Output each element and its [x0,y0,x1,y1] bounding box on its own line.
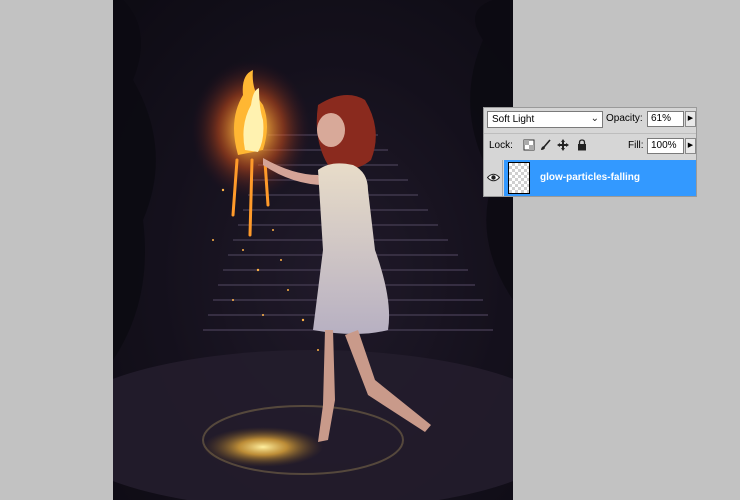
opacity-value: 61% [651,113,672,124]
lock-transparent-pixels-icon[interactable] [523,139,535,151]
eye-icon [487,173,500,182]
fill-slider-button[interactable]: ▶ [685,138,696,154]
workspace-right [513,0,740,500]
layers-panel: Soft Light ⌄ Opacity: 61% ▶ Lock: Fill: [483,107,697,197]
blend-mode-select[interactable]: Soft Light ⌄ [487,111,603,128]
move-icon[interactable] [557,139,569,151]
fill-label: Fill: [628,140,644,151]
triangle-right-icon: ▶ [687,115,694,122]
fill-value: 100% [651,140,677,151]
blend-options-row: Soft Light ⌄ Opacity: 61% ▶ [484,108,696,132]
layer-visibility-toggle[interactable] [484,160,503,196]
opacity-input[interactable]: 61% [647,111,684,127]
layer-row-selected[interactable]: glow-particles-falling [504,160,696,196]
opacity-label: Opacity: [606,113,643,124]
brush-icon[interactable] [540,139,552,151]
padlock-icon[interactable] [576,139,588,151]
document-canvas[interactable] [113,0,513,500]
blend-mode-value: Soft Light [492,114,535,125]
opacity-slider-button[interactable]: ▶ [685,111,696,127]
lock-fill-row: Lock: Fill: 100% ▶ [484,133,696,158]
fill-input[interactable]: 100% [647,138,684,154]
layer-list: glow-particles-falling [484,160,696,197]
layer-thumbnail [508,162,530,194]
layer-name: glow-particles-falling [540,172,641,183]
lock-label: Lock: [489,140,513,151]
triangle-right-icon: ▶ [687,142,694,149]
chevron-down-icon: ⌄ [590,113,599,124]
canvas-artwork [113,0,513,500]
workspace-left [0,0,113,500]
